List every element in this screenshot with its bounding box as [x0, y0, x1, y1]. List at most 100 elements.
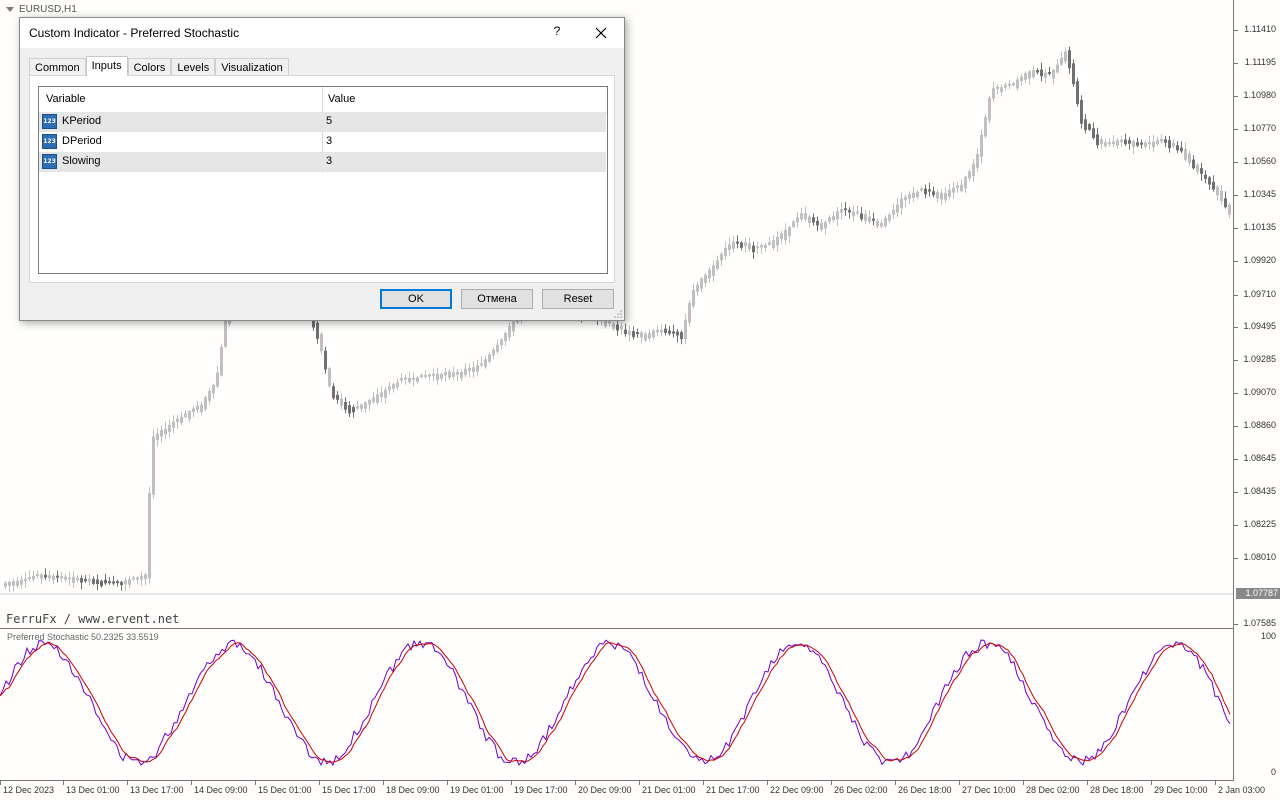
cancel-button[interactable]: Отмена — [461, 289, 533, 309]
dialog-titlebar[interactable]: Custom Indicator - Preferred Stochastic … — [20, 18, 624, 48]
table-row[interactable]: 123 Slowing 3 — [39, 152, 606, 172]
candle-body — [444, 372, 447, 376]
price-tick — [1234, 393, 1238, 394]
candle-body — [888, 214, 891, 221]
candle-body — [220, 347, 223, 376]
candle-body — [1024, 73, 1027, 80]
time-tick — [191, 781, 192, 785]
candle-body — [900, 198, 903, 209]
time-label: 26 Dec 18:00 — [898, 785, 952, 795]
candle-body — [752, 245, 755, 253]
close-button[interactable] — [590, 22, 612, 44]
candle-body — [508, 326, 511, 338]
candle-body — [1020, 76, 1023, 82]
candle-body — [1040, 69, 1043, 77]
variable-value[interactable]: 5 — [326, 115, 332, 127]
candle-body — [200, 404, 203, 413]
candle-body — [12, 581, 15, 586]
price-scale[interactable]: 1.11410 1.11195 1.10980 1.10770 1.10560 1.103… — [1233, 0, 1280, 628]
indicator-subwindow[interactable] — [0, 628, 1234, 781]
candle-body — [144, 574, 147, 579]
time-tick — [255, 781, 256, 785]
candle-body — [1108, 142, 1111, 145]
candle-body — [44, 574, 47, 578]
price-tick — [1234, 459, 1238, 460]
candle-body — [804, 213, 807, 220]
time-scale[interactable]: 12 Dec 2023 13 Dec 01:00 13 Dec 17:00 14 De… — [0, 780, 1265, 801]
candle-body — [816, 220, 819, 226]
candle-body — [1080, 99, 1083, 124]
time-label: 15 Dec 01:00 — [258, 785, 312, 795]
candle-body — [192, 408, 195, 412]
candle-body — [28, 577, 31, 580]
candle-body — [996, 86, 999, 89]
candle-body — [320, 333, 323, 352]
candle-body — [1000, 87, 1003, 92]
candle-body — [640, 332, 643, 338]
tab-levels[interactable]: Levels — [171, 58, 216, 76]
candle-body — [764, 244, 767, 248]
tab-visualization[interactable]: Visualization — [215, 58, 289, 76]
candle-body — [512, 321, 515, 332]
price-label: 1.08010 — [1243, 552, 1276, 562]
column-variable[interactable]: Variable — [46, 93, 86, 105]
candle-body — [84, 578, 87, 582]
candle-body — [696, 284, 699, 292]
price-label: 1.08225 — [1243, 519, 1276, 529]
candle-body — [1176, 145, 1179, 151]
candle-body — [664, 328, 667, 333]
column-value[interactable]: Value — [328, 93, 355, 105]
candle-body — [168, 424, 171, 432]
variable-value[interactable]: 3 — [326, 155, 332, 167]
candle-body — [832, 215, 835, 221]
variable-value[interactable]: 3 — [326, 135, 332, 147]
candle-body — [1016, 79, 1019, 89]
price-tick — [1234, 295, 1238, 296]
candle-body — [72, 576, 75, 583]
tab-inputs[interactable]: Inputs — [85, 56, 128, 76]
candle-body — [20, 579, 23, 585]
price-label: 1.11195 — [1244, 57, 1276, 67]
price-label: 1.09495 — [1243, 321, 1276, 331]
candle-body — [324, 350, 327, 370]
tab-common[interactable]: Common — [29, 58, 86, 76]
ok-button[interactable]: OK — [380, 289, 452, 309]
indicator-scale[interactable]: 100 0 — [1233, 628, 1280, 780]
candle-body — [1184, 149, 1187, 160]
table-row[interactable]: 123 KPeriod 5 — [39, 112, 606, 132]
candle-body — [1140, 142, 1143, 145]
candle-body — [1208, 177, 1211, 185]
candle-body — [388, 386, 391, 391]
resize-grip-icon[interactable] — [614, 310, 622, 318]
candle-body — [16, 580, 19, 586]
candle-body — [828, 217, 831, 222]
candle-body — [396, 382, 399, 388]
candle-body — [964, 176, 967, 189]
inputs-grid[interactable]: Variable Value 123 KPeriod 5 123 DPeriod… — [38, 86, 608, 274]
candle-body — [124, 580, 127, 585]
candle-body — [1052, 69, 1055, 79]
candle-body — [340, 398, 343, 406]
candle-body — [784, 230, 787, 241]
candle-body — [80, 578, 83, 583]
candle-body — [728, 244, 731, 250]
reset-button[interactable]: Reset — [542, 289, 614, 309]
candle-body — [724, 247, 727, 257]
candle-body — [1212, 181, 1215, 190]
table-row[interactable]: 123 DPeriod 3 — [39, 132, 606, 152]
candle-body — [348, 405, 351, 414]
candle-body — [368, 399, 371, 405]
price-tick — [1234, 228, 1238, 229]
candle-body — [352, 407, 355, 413]
candle-body — [692, 289, 695, 307]
candle-body — [852, 211, 855, 217]
candle-body — [924, 188, 927, 195]
candle-body — [620, 326, 623, 330]
candle-body — [708, 269, 711, 279]
candle-body — [1028, 71, 1031, 79]
help-button[interactable]: ? — [549, 24, 565, 42]
candle-body — [128, 579, 131, 585]
candle-body — [652, 330, 655, 338]
tab-colors[interactable]: Colors — [127, 58, 172, 76]
time-label: 28 Dec 18:00 — [1090, 785, 1144, 795]
